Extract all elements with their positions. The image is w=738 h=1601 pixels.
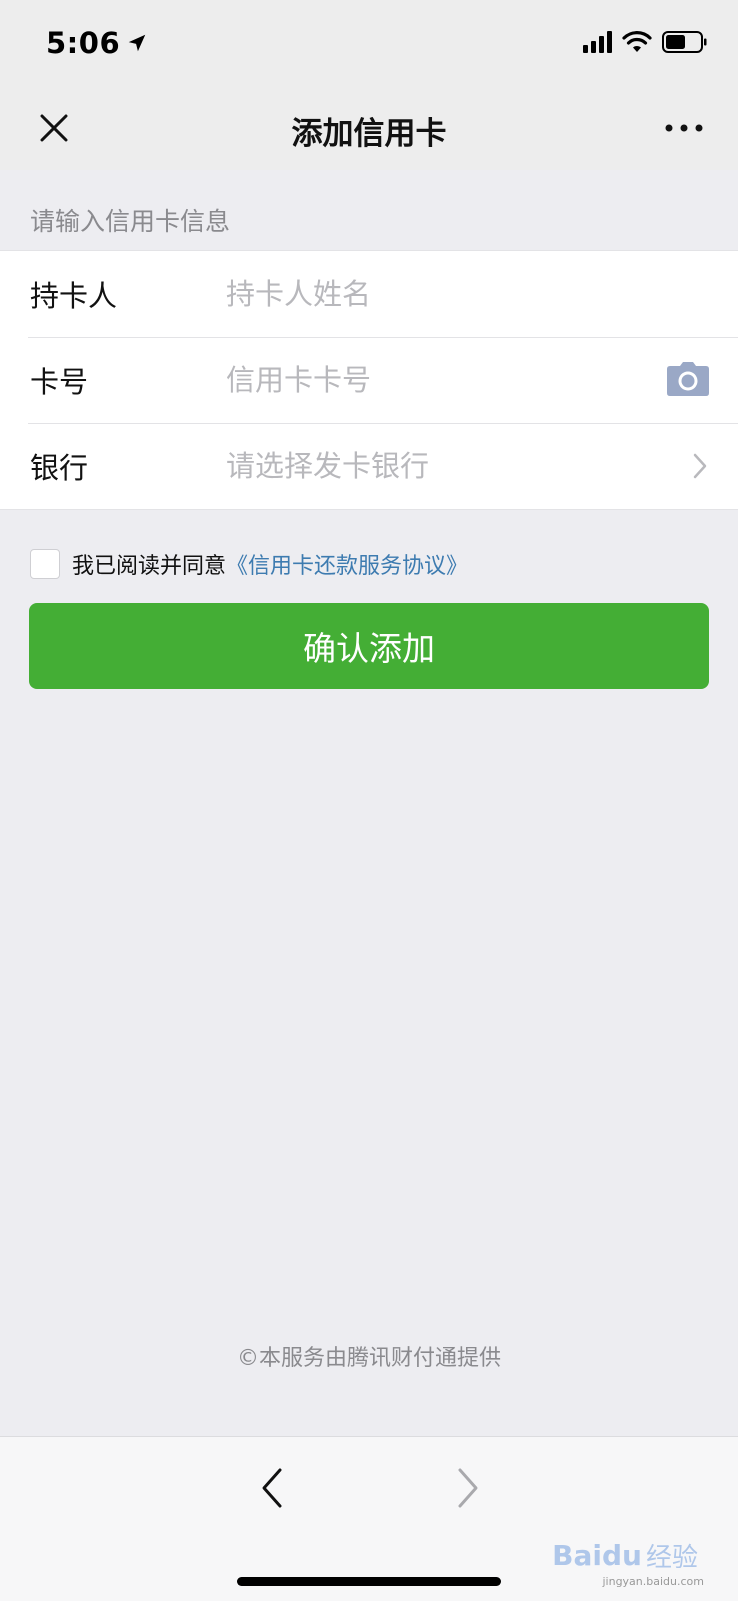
chevron-right-icon	[693, 453, 707, 479]
cardholder-label: 持卡人	[30, 279, 118, 313]
cardholder-name-input[interactable]	[226, 277, 646, 311]
credit-card-form: 持卡人 卡号 银行	[0, 250, 738, 510]
browser-toolbar: Baidu 经验 jingyan.baidu.com	[0, 1436, 738, 1601]
more-options-icon[interactable]	[664, 118, 704, 138]
status-bar: 5:06	[0, 0, 738, 88]
status-indicators	[583, 30, 708, 54]
card-number-label: 卡号	[30, 365, 89, 399]
bank-select-field[interactable]	[226, 449, 646, 483]
agreement-text: 我已阅读并同意	[72, 554, 227, 579]
add-credit-card-page: 5:06 添加信用卡 请输入信用卡信息 持卡人 持卡人姓名 卡号 信用卡卡号 银…	[0, 0, 738, 1601]
wifi-icon	[622, 31, 652, 52]
back-arrow-icon[interactable]	[260, 1467, 284, 1509]
status-time: 5:06	[46, 26, 148, 60]
watermark-sub: 经验	[645, 1543, 698, 1573]
home-indicator[interactable]	[237, 1577, 501, 1586]
agreement-link[interactable]: 《信用卡还款服务协议》	[226, 548, 468, 580]
baidu-watermark: Baidu 经验	[552, 1537, 698, 1574]
status-time-text: 5:06	[46, 26, 121, 60]
camera-icon[interactable]	[666, 361, 710, 397]
card-number-input[interactable]	[226, 363, 646, 397]
section-hint: 请输入信用卡信息	[30, 207, 231, 236]
confirm-add-button[interactable]: 确认添加	[29, 603, 709, 689]
battery-icon	[662, 31, 707, 53]
page-title: 添加信用卡	[291, 116, 447, 152]
navigation-bar: 添加信用卡	[0, 88, 738, 170]
bank-label: 银行	[30, 451, 89, 485]
location-arrow-icon	[128, 34, 146, 52]
agreement-row: 我已阅读并同意 《信用卡还款服务协议》	[30, 548, 468, 580]
service-provider-note: ©本服务由腾讯财付通提供	[236, 1346, 501, 1371]
watermark-logo: Baidu	[552, 1539, 642, 1572]
watermark-url: jingyan.baidu.com	[602, 1575, 704, 1588]
cellular-signal-icon	[583, 31, 612, 53]
cardholder-row: 持卡人	[0, 251, 738, 337]
forward-arrow-icon[interactable]	[456, 1467, 480, 1509]
agreement-checkbox[interactable]	[30, 549, 60, 579]
bank-row[interactable]: 银行	[0, 423, 738, 509]
card-number-row: 卡号	[0, 337, 738, 423]
